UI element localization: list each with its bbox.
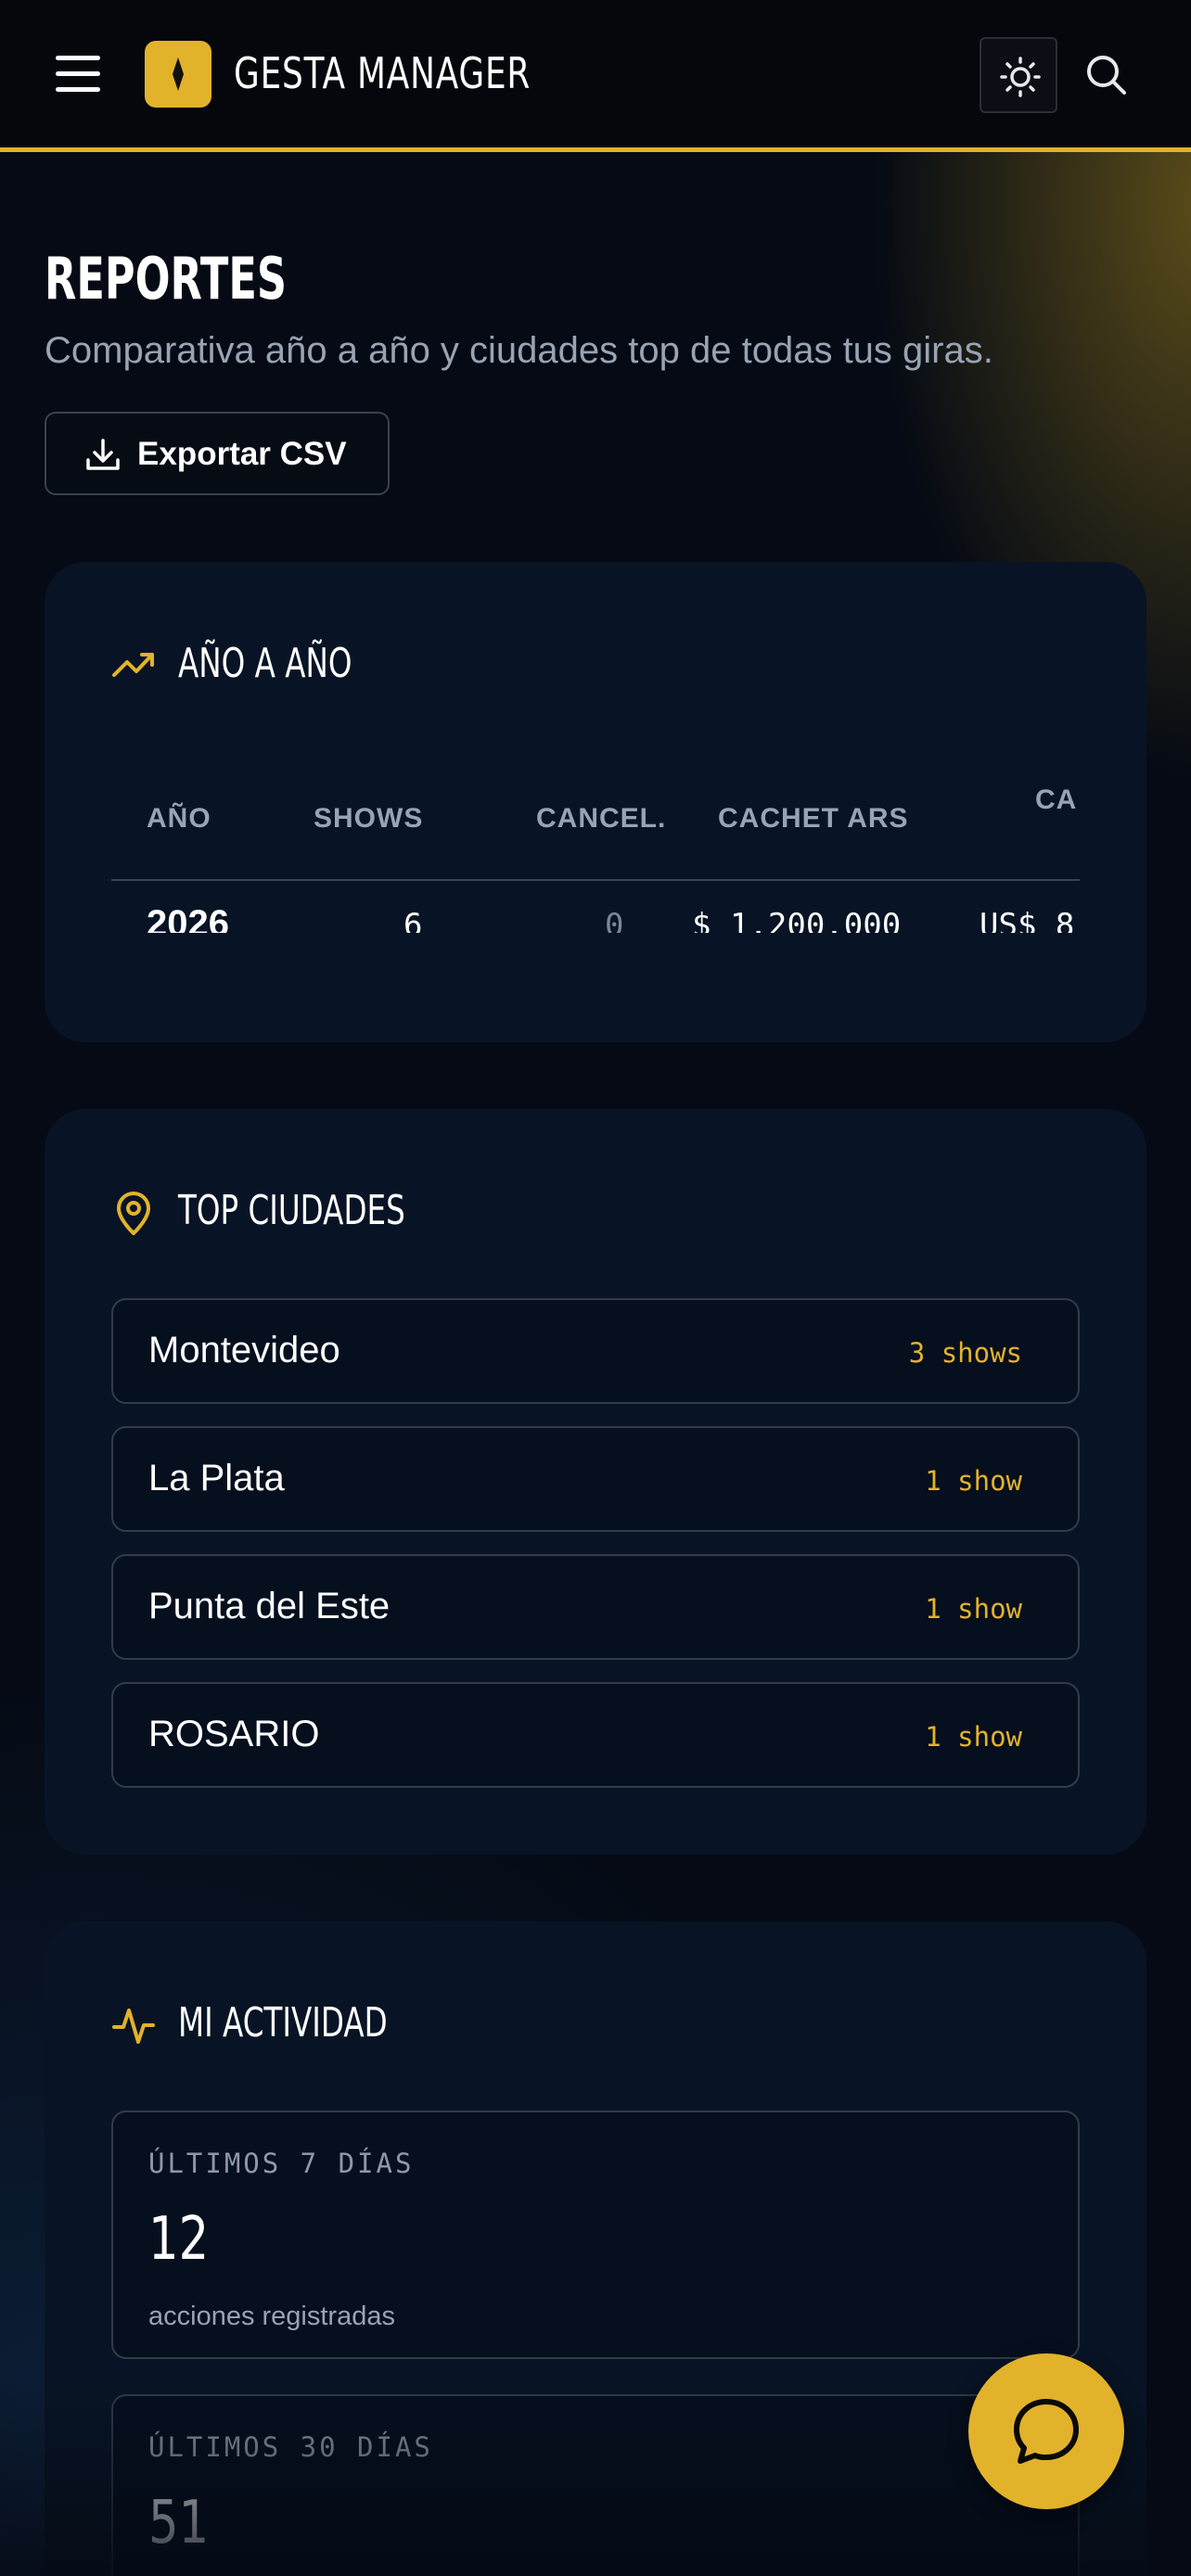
activity-card: MI ACTIVIDAD ÚLTIMOS 7 DÍAS 12 acciones … xyxy=(45,1921,1146,2576)
city-show-count: 1 show xyxy=(925,1593,1022,1625)
export-csv-button[interactable]: Exportar CSV xyxy=(45,412,390,495)
page-subtitle: Comparativa año a año y ciudades top de … xyxy=(45,330,993,371)
export-csv-label: Exportar CSV xyxy=(137,436,347,472)
cell-year: 2026 xyxy=(147,903,229,933)
column-header-year: AÑO xyxy=(147,803,211,834)
list-item[interactable]: ROSARIO 1 show xyxy=(111,1682,1080,1788)
sun-icon xyxy=(1000,57,1041,97)
logo-icon xyxy=(145,41,211,108)
cell-cancel: 0 xyxy=(605,907,624,933)
stat-value: 12 xyxy=(148,2205,210,2274)
cell-shows: 6 xyxy=(403,907,423,933)
year-over-year-table[interactable]: AÑO SHOWS CANCEL. CACHET ARS CA 2026 6 0… xyxy=(111,747,1080,933)
download-icon xyxy=(86,439,120,470)
top-cities-card: TOP CIUDADES Montevideo 3 shows La Plata… xyxy=(45,1109,1146,1855)
stat-label: ÚLTIMOS 30 DÍAS xyxy=(148,2431,433,2463)
column-header-cachet-ars: CACHET ARS xyxy=(718,803,909,834)
stat-card-7-days: ÚLTIMOS 7 DÍAS 12 acciones registradas xyxy=(111,2111,1080,2359)
stat-label: ÚLTIMOS 7 DÍAS xyxy=(148,2148,415,2179)
table-divider xyxy=(111,879,1080,881)
column-header-cancel: CANCEL. xyxy=(536,803,667,834)
chat-button[interactable] xyxy=(968,2353,1124,2509)
card-title: AÑO A AÑO xyxy=(178,640,352,687)
search-button[interactable] xyxy=(1083,52,1130,98)
activity-pulse-icon xyxy=(112,2009,155,2044)
menu-icon[interactable] xyxy=(56,56,100,93)
search-icon xyxy=(1087,56,1126,95)
list-item[interactable]: Montevideo 3 shows xyxy=(111,1298,1080,1404)
page-title: REPORTES xyxy=(45,245,287,312)
app-title: GESTA MANAGER xyxy=(234,48,531,98)
card-title: MI ACTIVIDAD xyxy=(178,1999,388,2047)
city-show-count: 3 shows xyxy=(908,1337,1022,1369)
city-name: Montevideo xyxy=(148,1330,340,1371)
theme-toggle-button[interactable] xyxy=(980,37,1057,113)
list-item[interactable]: Punta del Este 1 show xyxy=(111,1554,1080,1660)
cell-cachet-ars: $ 1.200.000 xyxy=(692,907,902,933)
city-name: ROSARIO xyxy=(148,1714,320,1754)
city-name: Punta del Este xyxy=(148,1586,391,1626)
trending-up-icon xyxy=(112,653,154,677)
column-header-cachet-usd: CA xyxy=(1035,784,1078,815)
city-show-count: 1 show xyxy=(925,1721,1022,1753)
map-pin-icon xyxy=(117,1192,150,1235)
cell-cachet-usd: US$ 8 xyxy=(980,907,1075,933)
stat-value: 51 xyxy=(148,2489,210,2557)
stat-caption: acciones registradas xyxy=(148,2302,395,2331)
list-item[interactable]: La Plata 1 show xyxy=(111,1426,1080,1532)
column-header-shows: SHOWS xyxy=(314,803,424,834)
chat-bubble-icon xyxy=(1014,2399,1079,2464)
stat-card-30-days: ÚLTIMOS 30 DÍAS 51 xyxy=(111,2394,1080,2576)
top-app-bar: GESTA MANAGER xyxy=(0,0,1191,152)
card-title: TOP CIUDADES xyxy=(178,1187,405,1234)
city-name: La Plata xyxy=(148,1458,285,1498)
year-over-year-card: AÑO A AÑO AÑO SHOWS CANCEL. CACHET ARS C… xyxy=(45,562,1146,1042)
city-show-count: 1 show xyxy=(925,1465,1022,1497)
